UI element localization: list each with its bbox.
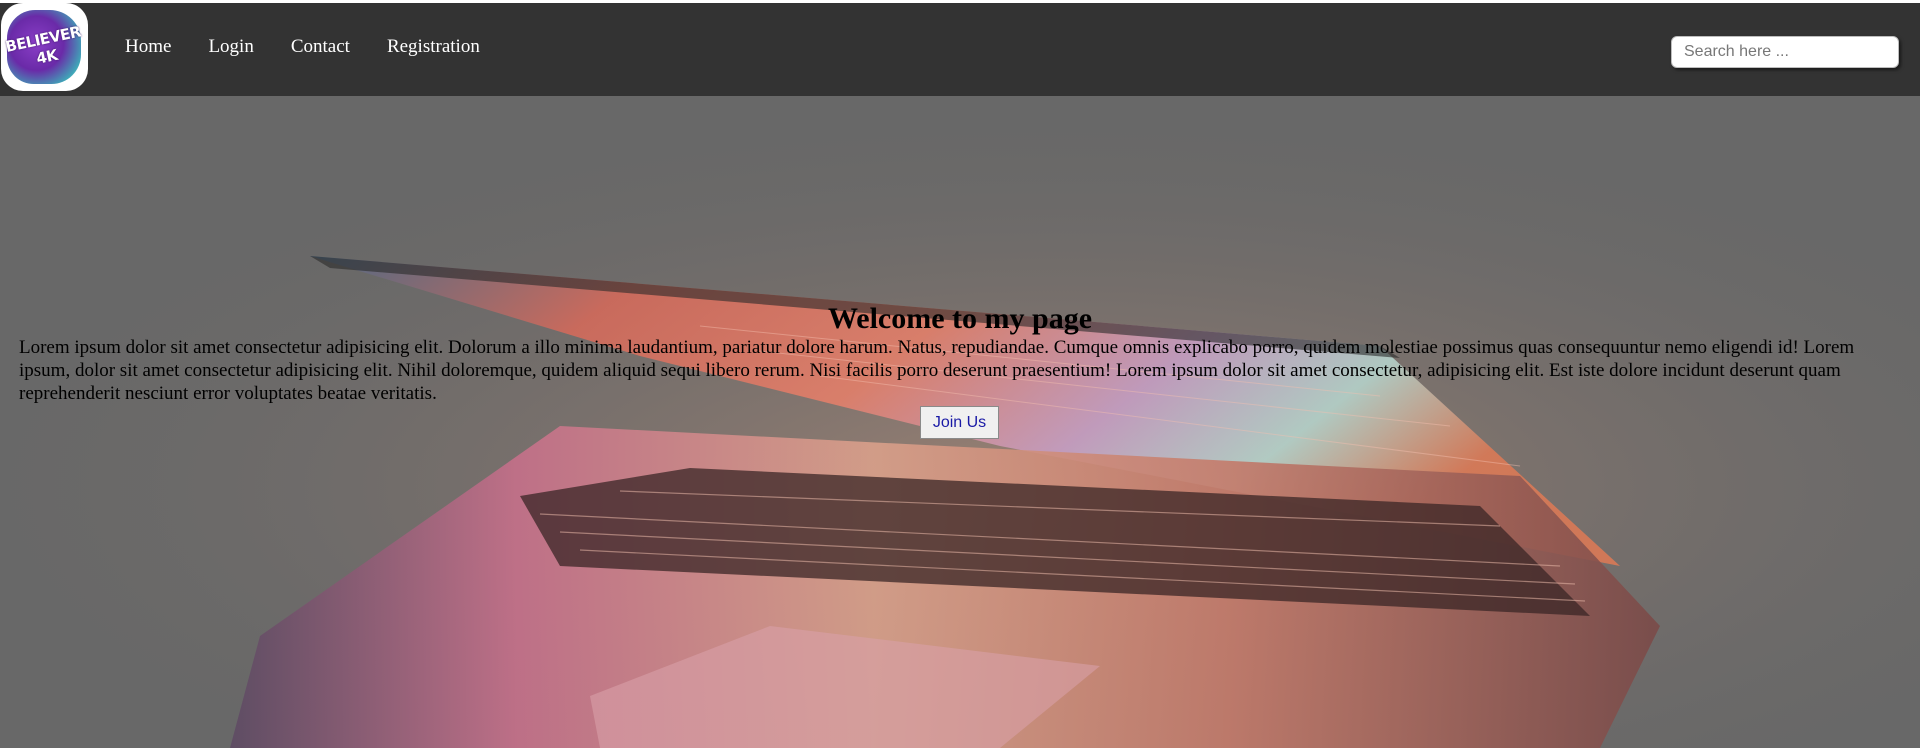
page: BELIEVER 4K Home Login Contact Registrat… <box>0 0 1920 748</box>
hero-title: Welcome to my page <box>827 302 1093 335</box>
hero-paragraph: Lorem ipsum dolor sit amet consectetur a… <box>19 337 1855 404</box>
join-us-button[interactable]: Join Us <box>920 406 999 439</box>
nav-link-contact[interactable]: Contact <box>291 36 350 58</box>
nav-link-home[interactable]: Home <box>125 36 171 58</box>
nav-link-login[interactable]: Login <box>208 36 253 58</box>
search-input[interactable] <box>1671 36 1899 68</box>
nav-link-registration[interactable]: Registration <box>387 36 480 58</box>
hero-section: Welcome to my page Lorem ipsum dolor sit… <box>0 96 1920 748</box>
site-logo[interactable]: BELIEVER 4K <box>1 3 88 91</box>
top-navbar: BELIEVER 4K Home Login Contact Registrat… <box>0 3 1920 96</box>
nav-links: Home Login Contact Registration <box>125 36 517 58</box>
